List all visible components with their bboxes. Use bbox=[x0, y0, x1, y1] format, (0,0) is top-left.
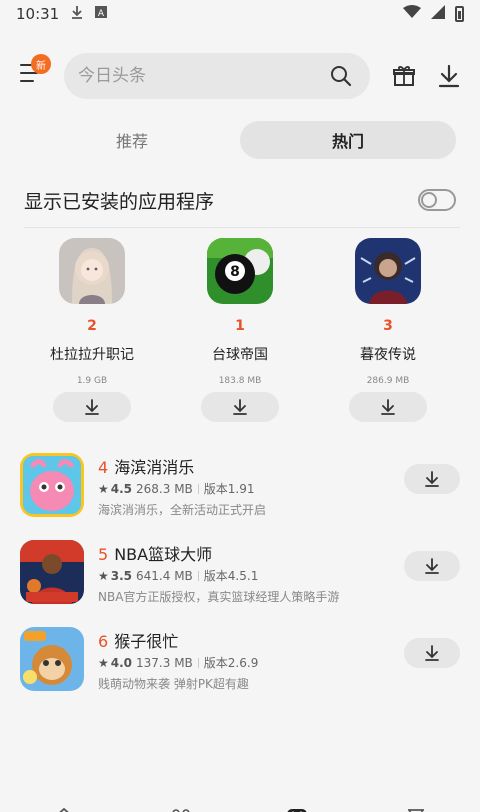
download-button[interactable] bbox=[404, 551, 460, 581]
app-rank: 2 bbox=[87, 318, 97, 334]
app-name: 杜拉拉升职记 bbox=[50, 347, 134, 363]
list-item[interactable]: 4 海滨消消乐 ★ 4.5 268.3 MB 版本1.91 海滨消消乐，全新活动正… bbox=[20, 450, 460, 537]
search-icon[interactable] bbox=[330, 65, 352, 91]
app-rank: 6 bbox=[98, 632, 109, 651]
meta-separator bbox=[197, 483, 199, 494]
app-rank: 5 bbox=[98, 545, 109, 564]
show-installed-toggle[interactable] bbox=[418, 189, 456, 211]
app-name: 海滨消消乐 bbox=[114, 458, 195, 477]
download-icon bbox=[381, 399, 395, 415]
app-name: NBA篮球大师 bbox=[114, 545, 213, 564]
download-button[interactable] bbox=[201, 392, 279, 422]
app-rank: 3 bbox=[383, 318, 393, 334]
star-icon: ★ bbox=[98, 568, 109, 583]
gift-icon[interactable] bbox=[392, 64, 416, 92]
download-button[interactable] bbox=[404, 464, 460, 494]
meta-separator bbox=[197, 570, 199, 581]
app-title: 4 海滨消消乐 bbox=[98, 454, 194, 478]
monkey-game-icon[interactable] bbox=[20, 627, 84, 691]
download-icon bbox=[425, 471, 439, 487]
app-description: 贱萌动物来袭 弹射PK超有趣 bbox=[98, 677, 249, 691]
games-icon[interactable] bbox=[286, 802, 308, 812]
svg-text:A: A bbox=[98, 9, 105, 18]
app-meta: ★ 4.0 137.3 MB 版本2.6.9 bbox=[98, 654, 258, 671]
app-notification-icon: A bbox=[95, 6, 108, 22]
app-name: 猴子很忙 bbox=[114, 632, 179, 651]
battery-icon bbox=[455, 6, 464, 22]
app-version: 版本1.91 bbox=[203, 482, 255, 496]
cellular-icon bbox=[431, 5, 445, 23]
download-button[interactable] bbox=[404, 638, 460, 668]
star-icon: ★ bbox=[98, 481, 109, 496]
app-list: 4 海滨消消乐 ★ 4.5 268.3 MB 版本1.91 海滨消消乐，全新活动正… bbox=[20, 450, 460, 711]
list-item[interactable]: 6 猴子很忙 ★ 4.0 137.3 MB 版本2.6.9 贱萌动物来袭 弹射PK… bbox=[20, 624, 460, 711]
tab-recommended[interactable]: 推荐 bbox=[24, 121, 240, 159]
app-rating: 3.5 bbox=[110, 568, 133, 583]
app-size: 641.4 MB bbox=[136, 568, 193, 583]
show-installed-label: 显示已安装的应用程序 bbox=[24, 190, 215, 213]
app-rank: 4 bbox=[98, 458, 109, 477]
top-app-card[interactable]: 8 1 台球帝国 183.8 MB bbox=[168, 238, 312, 422]
download-status-icon bbox=[71, 5, 83, 23]
download-icon bbox=[233, 399, 247, 415]
dark-character-icon[interactable] bbox=[355, 238, 421, 304]
top-app-card[interactable]: 3 暮夜传说 286.9 MB bbox=[316, 238, 460, 422]
app-version: 版本2.6.9 bbox=[203, 656, 259, 670]
basketball-player-icon[interactable] bbox=[20, 540, 84, 604]
billiard-ball-icon[interactable]: 8 bbox=[207, 238, 273, 304]
download-button[interactable] bbox=[349, 392, 427, 422]
profile-icon[interactable] bbox=[406, 802, 426, 812]
app-version: 版本4.5.1 bbox=[203, 569, 259, 583]
app-title: 6 猴子很忙 bbox=[98, 628, 178, 652]
download-icon bbox=[425, 645, 439, 661]
app-rank: 1 bbox=[235, 318, 245, 334]
download-manager-icon[interactable] bbox=[438, 64, 460, 92]
app-rating: 4.0 bbox=[110, 655, 133, 670]
top-apps: 2 杜拉拉升职记 1.9 GB 8 1 台球帝国 183.8 MB 3 暮夜传说… bbox=[20, 238, 460, 422]
download-button[interactable] bbox=[53, 392, 131, 422]
top-bar: 新 bbox=[0, 50, 480, 102]
app-size: 268.3 MB bbox=[136, 481, 193, 496]
meta-separator bbox=[197, 657, 199, 668]
bottom-nav bbox=[0, 798, 480, 812]
app-size: 183.8 MB bbox=[218, 376, 262, 386]
star-icon: ★ bbox=[98, 655, 109, 670]
app-description: 海滨消消乐，全新活动正式开启 bbox=[98, 503, 267, 517]
app-size: 137.3 MB bbox=[136, 655, 193, 670]
status-time: 10:31 bbox=[16, 5, 60, 23]
app-description: NBA官方正版授权，真实篮球经理人策略手游 bbox=[98, 590, 340, 604]
divider bbox=[24, 227, 460, 228]
tab-bar: 推荐 热门 bbox=[24, 121, 456, 159]
app-size: 1.9 GB bbox=[76, 376, 108, 386]
home-icon[interactable] bbox=[54, 802, 74, 812]
new-badge: 新 bbox=[31, 54, 51, 74]
wifi-icon bbox=[403, 5, 421, 23]
app-meta: ★ 4.5 268.3 MB 版本1.91 bbox=[98, 480, 255, 497]
app-name: 台球帝国 bbox=[212, 347, 268, 363]
top-app-card[interactable]: 2 杜拉拉升职记 1.9 GB bbox=[20, 238, 164, 422]
download-icon bbox=[85, 399, 99, 415]
apps-icon[interactable] bbox=[172, 802, 190, 812]
bubble-game-icon[interactable] bbox=[20, 453, 84, 517]
show-installed-row: 显示已安装的应用程序 bbox=[24, 180, 456, 220]
tab-hot[interactable]: 热门 bbox=[240, 121, 456, 159]
anime-girl-icon[interactable] bbox=[59, 238, 125, 304]
search-input[interactable] bbox=[78, 66, 318, 86]
app-name: 暮夜传说 bbox=[360, 347, 416, 363]
svg-text:8: 8 bbox=[230, 264, 240, 280]
app-title: 5 NBA篮球大师 bbox=[98, 541, 212, 565]
download-icon bbox=[425, 558, 439, 574]
list-item[interactable]: 5 NBA篮球大师 ★ 3.5 641.4 MB 版本4.5.1 NBA官方正版授… bbox=[20, 537, 460, 624]
app-size: 286.9 MB bbox=[366, 376, 410, 386]
app-meta: ★ 3.5 641.4 MB 版本4.5.1 bbox=[98, 567, 258, 584]
app-rating: 4.5 bbox=[110, 481, 133, 496]
status-bar: 10:31 A bbox=[0, 0, 480, 28]
search-bar[interactable] bbox=[64, 53, 370, 99]
